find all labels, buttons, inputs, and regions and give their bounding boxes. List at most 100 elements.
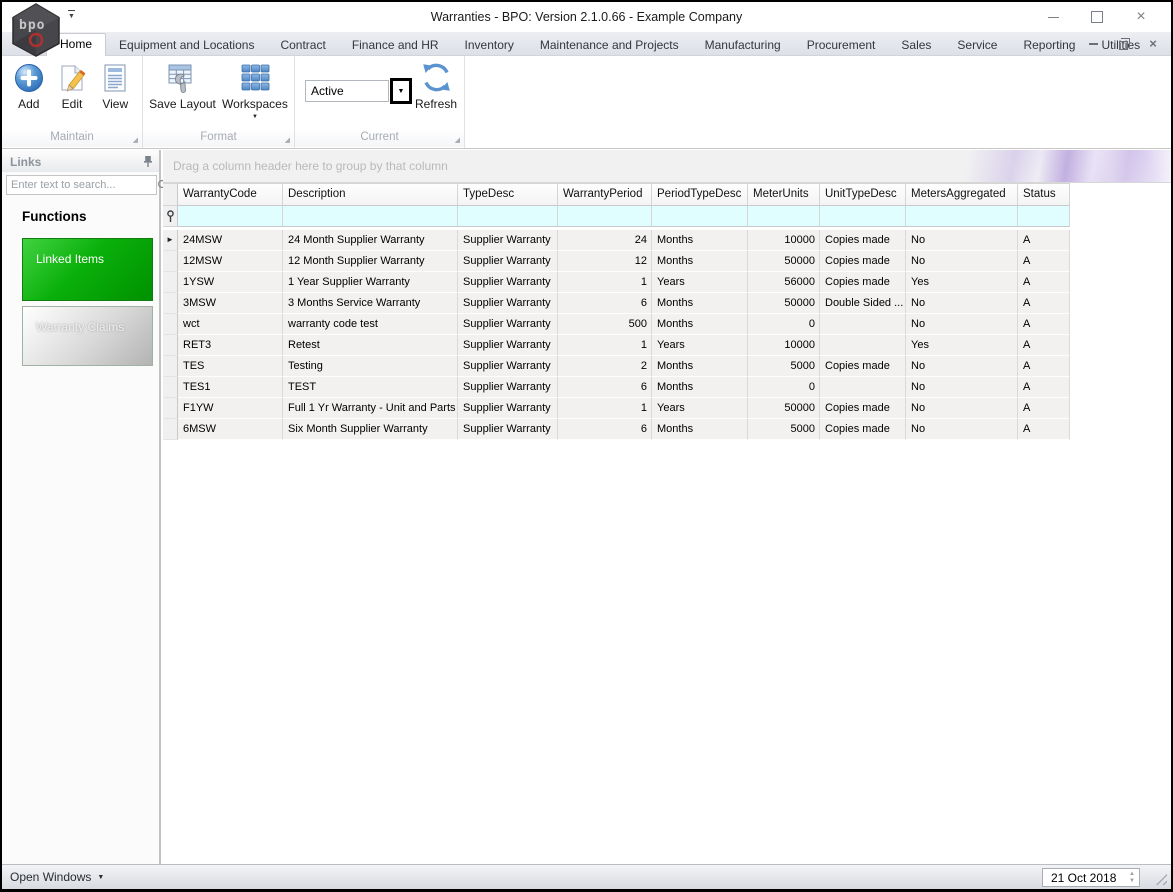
filter-cell-typedesc[interactable] <box>458 206 558 227</box>
app-logo[interactable]: bpo <box>9 3 63 57</box>
cell-unittypedesc: Copies made <box>820 356 906 377</box>
tab-manufacturing[interactable]: Manufacturing <box>692 34 794 56</box>
cell-meterunits: 0 <box>748 314 820 335</box>
mdi-restore-button[interactable] <box>1115 36 1131 52</box>
cell-warrantycode: F1YW <box>178 398 283 419</box>
format-dialog-launcher-icon[interactable]: ◢ <box>285 137 290 144</box>
spin-down-icon[interactable]: ▼ <box>1129 878 1135 885</box>
column-header-warrantycode[interactable]: WarrantyCode <box>178 183 283 206</box>
tab-contract[interactable]: Contract <box>267 34 338 56</box>
close-button[interactable]: × <box>1119 3 1163 31</box>
table-row[interactable]: F1YW Full 1 Yr Warranty - Unit and Parts S… <box>163 398 1070 419</box>
quick-access-dropdown-icon[interactable]: ▼ <box>68 10 75 20</box>
table-row[interactable]: 6MSW Six Month Supplier Warranty Supplier … <box>163 419 1070 440</box>
cell-warrantyperiod: 12 <box>558 251 652 272</box>
table-row[interactable]: wct warranty code test Supplier Warranty 50… <box>163 314 1070 335</box>
filter-cell-meterunits[interactable] <box>748 206 820 227</box>
column-header-meterunits[interactable]: MeterUnits <box>748 183 820 206</box>
linked-items-button[interactable]: Linked Items <box>22 238 153 301</box>
table-row[interactable]: TES1 TEST Supplier Warranty 6 Months 0 No A <box>163 377 1070 398</box>
warranty-claims-button[interactable]: Warranty Claims <box>22 306 153 366</box>
status-filter-dropdown-button[interactable]: ▼ <box>390 78 412 104</box>
group-caption-maintain: Maintain ◢ <box>2 129 142 147</box>
current-dialog-launcher-icon[interactable]: ◢ <box>455 137 460 144</box>
filter-cell-warrantyperiod[interactable] <box>558 206 652 227</box>
open-windows-label: Open Windows <box>10 870 92 884</box>
cell-periodtypedesc: Years <box>652 272 748 293</box>
cell-periodtypedesc: Months <box>652 314 748 335</box>
status-bar: Open Windows ▼ 21 Oct 2018 ▲ ▼ <box>2 864 1171 889</box>
cell-typedesc: Supplier Warranty <box>458 293 558 314</box>
refresh-icon <box>420 61 453 94</box>
table-row[interactable]: 1YSW 1 Year Supplier Warranty Supplier War… <box>163 272 1070 293</box>
cell-warrantycode: 1YSW <box>178 272 283 293</box>
cell-status: A <box>1018 293 1070 314</box>
cell-typedesc: Supplier Warranty <box>458 230 558 251</box>
warranties-grid: WarrantyCode Description TypeDesc WarrantyP… <box>163 183 1070 440</box>
filter-cell-periodtypedesc[interactable] <box>652 206 748 227</box>
column-header-typedesc[interactable]: TypeDesc <box>458 183 558 206</box>
title-bar: bpo ▼ Warranties - BPO: Version 2.1.0.66… <box>2 2 1171 57</box>
date-editor[interactable]: 21 Oct 2018 ▲ ▼ <box>1042 868 1140 887</box>
filter-cell-status[interactable] <box>1018 206 1070 227</box>
cell-status: A <box>1018 314 1070 335</box>
group-by-box[interactable]: Drag a column header here to group by th… <box>163 150 1171 183</box>
links-panel-header: Links <box>2 151 159 172</box>
column-header-periodtypedesc[interactable]: PeriodTypeDesc <box>652 183 748 206</box>
filter-cell-warrantycode[interactable] <box>178 206 283 227</box>
tab-finance-and-hr[interactable]: Finance and HR <box>339 34 452 56</box>
maximize-icon <box>1091 11 1103 23</box>
filter-cell-metersaggregated[interactable] <box>906 206 1018 227</box>
pin-icon[interactable] <box>143 155 153 168</box>
mdi-window-controls: × <box>1085 32 1161 56</box>
current-row-indicator-icon: ► <box>163 230 178 251</box>
cell-typedesc: Supplier Warranty <box>458 251 558 272</box>
view-button[interactable]: View <box>99 56 132 111</box>
column-header-metersaggregated[interactable]: MetersAggregated <box>906 183 1018 206</box>
table-row[interactable]: 12MSW 12 Month Supplier Warranty Supplier … <box>163 251 1070 272</box>
open-windows-button[interactable]: Open Windows ▼ <box>10 865 104 889</box>
refresh-button[interactable]: Refresh <box>415 56 457 111</box>
tab-maintenance-and-projects[interactable]: Maintenance and Projects <box>527 34 692 56</box>
maximize-button[interactable] <box>1075 3 1119 31</box>
cell-unittypedesc <box>820 335 906 356</box>
edit-button[interactable]: Edit <box>56 56 89 111</box>
column-header-status[interactable]: Status <box>1018 183 1070 206</box>
save-layout-button[interactable]: Save Layout <box>149 56 216 111</box>
maintain-dialog-launcher-icon[interactable]: ◢ <box>133 137 138 144</box>
resize-grip[interactable] <box>1155 873 1167 885</box>
cell-status: A <box>1018 398 1070 419</box>
workspaces-button[interactable]: Workspaces ▼ <box>222 56 288 120</box>
window-controls: × <box>1031 2 1163 32</box>
links-panel: Links Functions <box>2 150 169 864</box>
filter-cell-unittypedesc[interactable] <box>820 206 906 227</box>
filter-cell-description[interactable] <box>283 206 458 227</box>
tab-sales[interactable]: Sales <box>888 34 944 56</box>
table-row[interactable]: ► 24MSW 24 Month Supplier Warranty Supplier… <box>163 230 1070 251</box>
table-row[interactable]: 3MSW 3 Months Service Warranty Supplier Wa… <box>163 293 1070 314</box>
add-button[interactable]: Add <box>12 56 45 111</box>
search-input[interactable] <box>7 179 157 191</box>
cell-meterunits: 50000 <box>748 251 820 272</box>
cell-warrantycode: 12MSW <box>178 251 283 272</box>
minimize-button[interactable] <box>1031 3 1075 31</box>
spin-up-icon[interactable]: ▲ <box>1129 871 1135 878</box>
cell-description: Retest <box>283 335 458 356</box>
cell-warrantyperiod: 1 <box>558 335 652 356</box>
mdi-close-button[interactable]: × <box>1145 36 1161 52</box>
cell-warrantyperiod: 1 <box>558 272 652 293</box>
tab-service[interactable]: Service <box>944 34 1010 56</box>
column-header-unittypedesc[interactable]: UnitTypeDesc <box>820 183 906 206</box>
refresh-button-label: Refresh <box>415 97 458 111</box>
cell-periodtypedesc: Months <box>652 377 748 398</box>
table-row[interactable]: TES Testing Supplier Warranty 2 Months 5000 Co… <box>163 356 1070 377</box>
table-row[interactable]: RET3 Retest Supplier Warranty 1 Years 10000 Ye… <box>163 335 1070 356</box>
tab-inventory[interactable]: Inventory <box>452 34 527 56</box>
status-filter-combobox[interactable]: Active <box>305 80 389 102</box>
column-header-warrantyperiod[interactable]: WarrantyPeriod <box>558 183 652 206</box>
tab-procurement[interactable]: Procurement <box>794 34 889 56</box>
mdi-minimize-button[interactable] <box>1085 36 1101 52</box>
tab-reporting[interactable]: Reporting <box>1010 34 1088 56</box>
column-header-description[interactable]: Description <box>283 183 458 206</box>
tab-equipment-and-locations[interactable]: Equipment and Locations <box>106 34 267 56</box>
